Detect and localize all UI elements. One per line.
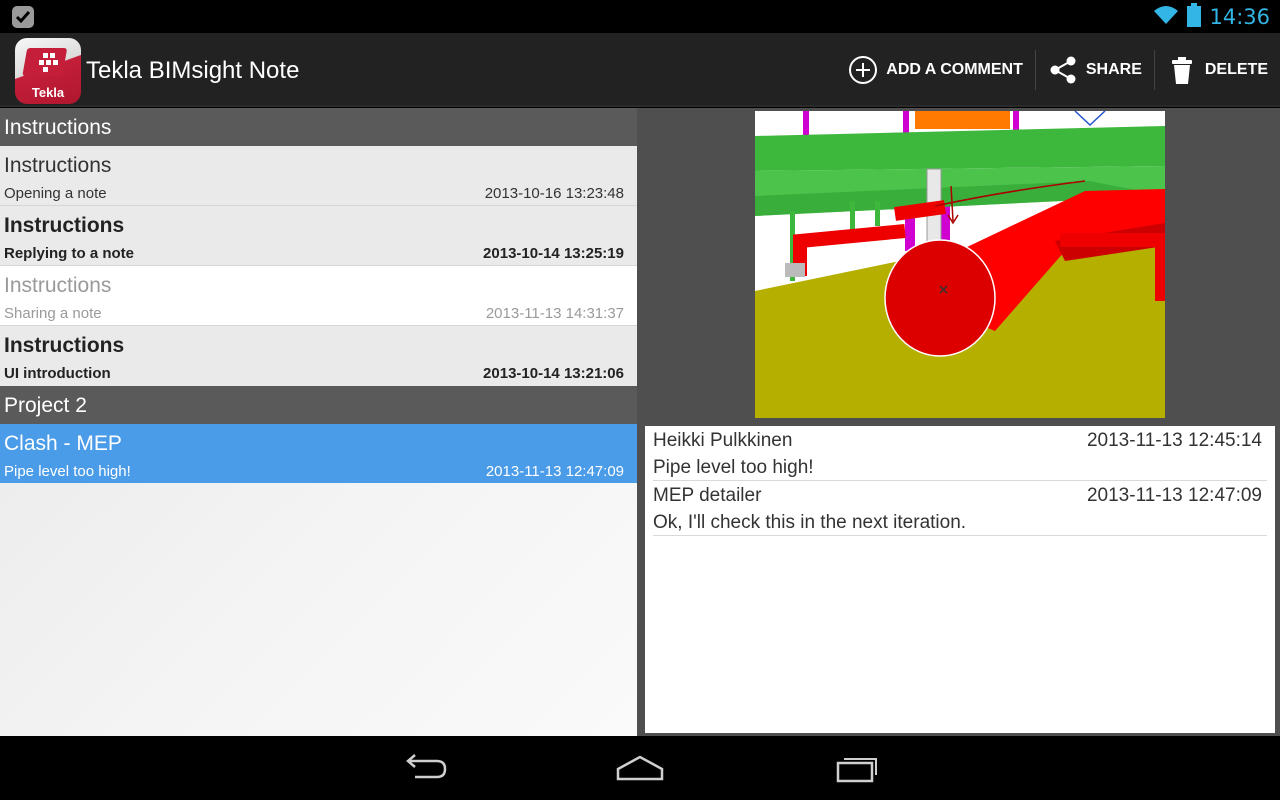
plus-circle-icon	[848, 55, 878, 85]
recents-icon[interactable]	[827, 750, 887, 786]
note-date: 2013-11-13 12:47:09	[485, 463, 624, 480]
add-comment-label: ADD A COMMENT	[886, 61, 1023, 78]
status-indicators: 14:36	[1153, 2, 1270, 32]
note-title: Instructions	[4, 274, 112, 297]
delete-button[interactable]: DELETE	[1155, 47, 1280, 93]
note-subtitle: Sharing a note	[4, 305, 102, 322]
note-detail: Heikki Pulkkinen 2013-11-13 12:45:14 Pip…	[645, 108, 1280, 736]
note-list-item[interactable]: Instructions Opening a note 2013-10-16 1…	[0, 146, 637, 206]
battery-icon	[1187, 2, 1202, 32]
note-title: Instructions	[4, 334, 125, 357]
note-list: Instructions Instructions Opening a note…	[0, 108, 637, 736]
comment-item[interactable]: MEP detailer 2013-11-13 12:47:09 Ok, I'l…	[653, 481, 1267, 536]
note-list-item[interactable]: Instructions Replying to a note 2013-10-…	[0, 206, 637, 266]
comment-author: Heikki Pulkkinen	[653, 430, 793, 451]
comment-author: MEP detailer	[653, 485, 762, 506]
status-time: 14:36	[1209, 5, 1270, 29]
note-date: 2013-10-16 13:23:48	[484, 185, 624, 202]
home-icon[interactable]	[610, 750, 670, 786]
note-list-item-selected[interactable]: Clash - MEP Pipe level too high! 2013-11…	[0, 424, 637, 483]
comment-date: 2013-11-13 12:47:09	[1086, 485, 1262, 506]
app-title: Tekla BIMsight Note	[86, 57, 300, 84]
note-list-item[interactable]: Instructions UI introduction 2013-10-14 …	[0, 326, 637, 386]
share-label: SHARE	[1085, 61, 1142, 78]
app-logo-icon[interactable]: Tekla	[15, 38, 81, 104]
model-snapshot-image[interactable]	[755, 111, 1165, 418]
note-subtitle: Pipe level too high!	[4, 463, 131, 480]
trash-icon	[1167, 55, 1197, 85]
group-header-instructions: Instructions	[0, 108, 637, 146]
comment-text: Pipe level too high!	[653, 457, 814, 478]
delete-label: DELETE	[1204, 61, 1268, 78]
checkbox-notification-icon	[12, 6, 34, 28]
note-subtitle: Replying to a note	[4, 245, 135, 262]
comment-date: 2013-11-13 12:45:14	[1086, 430, 1262, 451]
note-subtitle: Opening a note	[4, 185, 107, 202]
comment-list: Heikki Pulkkinen 2013-11-13 12:45:14 Pip…	[645, 426, 1275, 733]
share-button[interactable]: SHARE	[1036, 47, 1154, 93]
note-list-item[interactable]: Instructions Sharing a note 2013-11-13 1…	[0, 266, 637, 326]
action-buttons: ADD A COMMENT SHARE DELETE	[836, 47, 1280, 93]
comment-item[interactable]: Heikki Pulkkinen 2013-11-13 12:45:14 Pip…	[653, 426, 1267, 481]
share-icon	[1048, 55, 1078, 85]
pane-divider[interactable]	[637, 108, 645, 736]
note-title: Clash - MEP	[4, 432, 122, 455]
app-icon-label: Tekla	[31, 85, 65, 100]
wifi-icon	[1153, 4, 1179, 31]
navigation-bar	[0, 736, 1280, 800]
note-date: 2013-10-14 13:25:19	[483, 245, 624, 262]
comment-text: Ok, I'll check this in the next iteratio…	[653, 512, 967, 533]
note-subtitle: UI introduction	[4, 365, 111, 382]
note-date: 2013-10-14 13:21:06	[483, 365, 624, 382]
note-title: Instructions	[4, 154, 112, 177]
add-comment-button[interactable]: ADD A COMMENT	[836, 47, 1035, 93]
group-header-project-2: Project 2	[0, 386, 637, 424]
back-icon[interactable]	[394, 750, 454, 786]
status-bar: 14:36	[0, 0, 1280, 33]
action-bar: Tekla Tekla BIMsight Note ADD A COMMENT …	[0, 33, 1280, 107]
note-title: Instructions	[4, 214, 125, 237]
note-date: 2013-11-13 14:31:37	[485, 305, 624, 322]
